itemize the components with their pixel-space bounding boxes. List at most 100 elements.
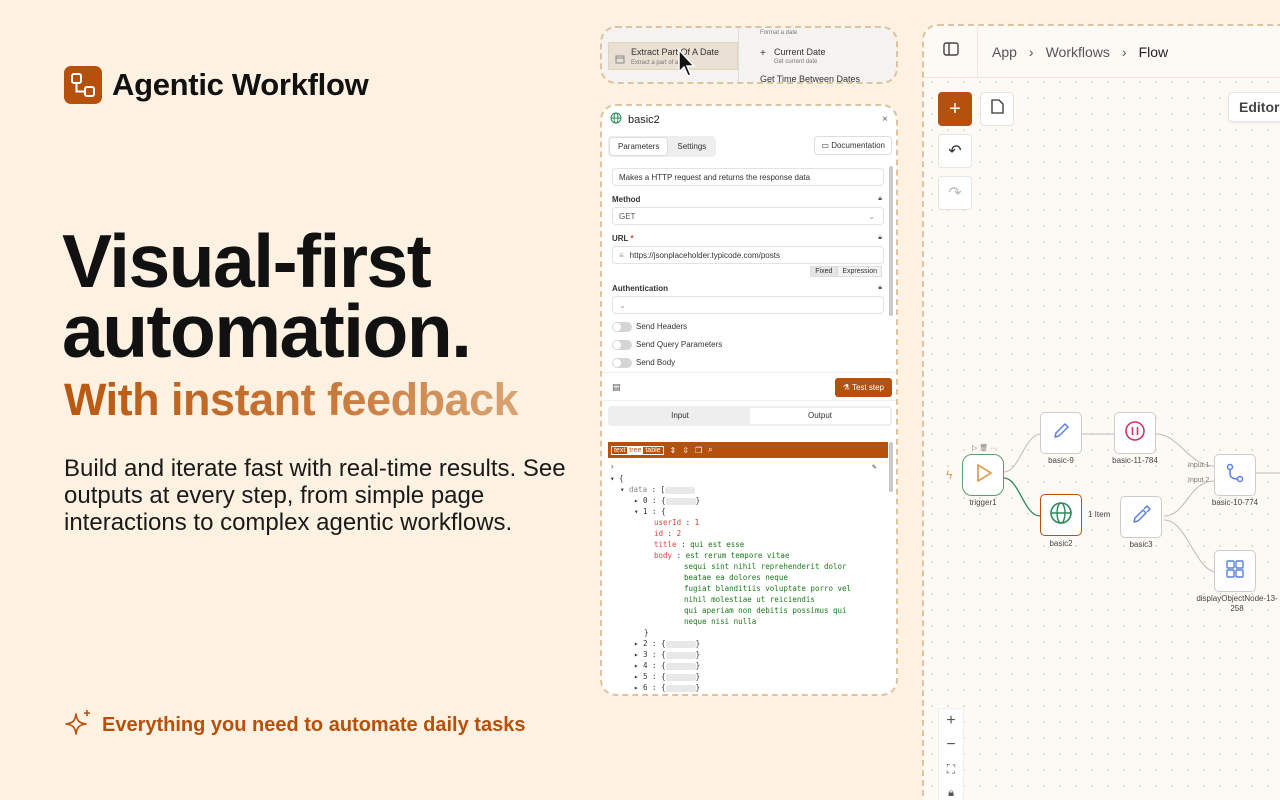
text-icon: ≡: [619, 250, 624, 260]
test-step-button[interactable]: ⚗ Test step: [834, 378, 892, 397]
json-close-brace: }: [644, 628, 649, 637]
json-toolbar: text tree table ⇕ ⇳ ❐ ⌕: [608, 442, 888, 458]
json-value-line: fugiat blanditiis voluptate porro vel: [684, 584, 852, 593]
mode-tree[interactable]: tree: [627, 446, 644, 454]
expression-option[interactable]: Expression: [837, 266, 882, 277]
node-basic-10[interactable]: [1214, 454, 1256, 496]
tree-item-0[interactable]: ▸ 0 : {}: [634, 496, 700, 507]
zoom-controls: + − ⛶ 🔒︎: [938, 708, 964, 800]
lock-icon[interactable]: 🔒︎: [878, 234, 882, 242]
fit-view-button[interactable]: ⛶: [939, 757, 963, 781]
zoom-out-button[interactable]: −: [939, 733, 963, 757]
book-icon: ▭: [821, 141, 829, 150]
zoom-in-button[interactable]: +: [939, 709, 963, 733]
json-value-line: nihil molestiae ut reiciendis: [684, 595, 815, 604]
search-icon[interactable]: ⌕: [708, 445, 712, 455]
tree-data[interactable]: ▾ data : [: [620, 485, 696, 496]
tree-item-1[interactable]: ▾ 1 : {: [634, 507, 666, 518]
count-badge: [665, 640, 696, 648]
lock-icon[interactable]: 🔒︎: [939, 781, 963, 800]
json-row: userId : 1: [654, 518, 700, 527]
brand-name: Agentic Workflow: [112, 67, 369, 102]
send-body-toggle[interactable]: [612, 358, 632, 368]
mode-text[interactable]: text: [612, 447, 627, 454]
send-body-label: Send Body: [636, 358, 676, 367]
count-badge: [665, 651, 696, 659]
tab-settings[interactable]: Settings: [669, 138, 714, 155]
headline: Visual-first automation.: [62, 219, 472, 369]
node-menu-panel: Extract Part Of A Date Extract a part of…: [600, 26, 898, 84]
lock-icon[interactable]: 🔒︎: [878, 195, 882, 203]
menu-item-time-between[interactable]: Get Time Between Dates: [760, 74, 860, 82]
tab-input[interactable]: Input: [610, 408, 750, 424]
tab-output[interactable]: Output: [750, 408, 890, 424]
json-value-line: qui aperiam non debitis possimus qui: [684, 606, 847, 615]
json-scrollbar[interactable]: [889, 442, 893, 492]
required-marker: *: [630, 234, 634, 243]
edit-icon[interactable]: ✎: [872, 462, 877, 473]
menu-item-extract-date[interactable]: Extract Part Of A Date Extract a part of…: [608, 42, 738, 70]
json-mode-switch: text tree table: [611, 445, 664, 455]
expand-all-icon[interactable]: ⇕: [670, 446, 677, 455]
json-index: 7: [643, 694, 648, 696]
count-badge: [665, 486, 696, 494]
tree-item[interactable]: ▸ 5 : {}: [634, 672, 700, 683]
node-basic-11[interactable]: [1114, 412, 1156, 454]
json-open-brace: {: [619, 474, 624, 483]
tree-item[interactable]: ▸ 2 : {}: [634, 639, 700, 650]
chevron-down-icon: ⌄: [619, 300, 626, 310]
method-select[interactable]: GET ⌄: [612, 207, 884, 225]
send-query-toggle[interactable]: [612, 340, 632, 350]
grid-icon: [1224, 558, 1246, 585]
tab-parameters[interactable]: Parameters: [610, 138, 668, 155]
url-label: URL *: [612, 234, 634, 243]
panel-icon[interactable]: ▤: [612, 382, 621, 393]
json-value-line: sequi sint nihil reprehenderit dolor: [684, 562, 847, 571]
menu-item-current-date[interactable]: Current Date: [774, 47, 826, 57]
close-icon[interactable]: ×: [882, 114, 888, 125]
node-display-object[interactable]: [1214, 550, 1256, 592]
node-title: basic2: [628, 114, 660, 126]
count-badge: [665, 662, 696, 670]
menu-divider: [738, 28, 739, 82]
json-index: 5: [643, 672, 648, 681]
node-basic3[interactable]: [1120, 496, 1162, 538]
url-label-text: URL: [612, 234, 629, 243]
node-basic-9[interactable]: [1040, 412, 1082, 454]
panel-header: basic2: [602, 106, 896, 134]
flask-icon: ⚗: [842, 383, 850, 392]
params-scrollbar[interactable]: [889, 166, 893, 316]
divider: [602, 400, 896, 401]
documentation-button[interactable]: ▭ Documentation: [814, 136, 892, 155]
chevron-right-icon[interactable]: ›: [610, 462, 615, 473]
chevron-down-icon: ⌄: [868, 211, 875, 221]
json-row: body : est rerum tempore vitae: [654, 551, 790, 560]
add-icon[interactable]: +: [760, 48, 766, 59]
tree-root[interactable]: ▾ {: [610, 474, 624, 485]
authentication-select[interactable]: ⌄: [612, 296, 884, 314]
mode-table[interactable]: table: [643, 447, 662, 454]
fixed-option[interactable]: Fixed: [810, 266, 838, 277]
send-headers-toggle[interactable]: [612, 322, 632, 332]
url-input[interactable]: ≡ https://jsonplaceholder.typicode.com/p…: [612, 246, 884, 264]
node-label: basic-9: [1048, 456, 1074, 465]
node-label: trigger1: [969, 498, 997, 507]
json-index: 1: [643, 507, 648, 516]
json-value-line: beatae ea dolores neque: [684, 573, 788, 582]
count-badge: [666, 696, 696, 697]
calendar-icon: [615, 51, 625, 69]
node-actions[interactable]: ▷ 🗑︎ ···: [972, 444, 997, 452]
tree-item[interactable]: ▸ 7 : {}: [634, 694, 700, 696]
tree-item[interactable]: ▸ 6 : {}: [634, 683, 700, 694]
headline-line-1: Visual-first: [62, 219, 432, 303]
node-trigger1[interactable]: [962, 454, 1004, 496]
documentation-label: Documentation: [831, 141, 885, 150]
copy-icon[interactable]: ❐: [695, 446, 702, 455]
cursor-icon: [677, 48, 697, 82]
json-key: id: [654, 529, 664, 538]
collapse-all-icon[interactable]: ⇳: [682, 446, 689, 455]
lock-icon[interactable]: 🔒︎: [878, 284, 882, 292]
tree-item[interactable]: ▸ 3 : {}: [634, 650, 700, 661]
node-basic2[interactable]: [1040, 494, 1082, 536]
tree-item[interactable]: ▸ 4 : {}: [634, 661, 700, 672]
